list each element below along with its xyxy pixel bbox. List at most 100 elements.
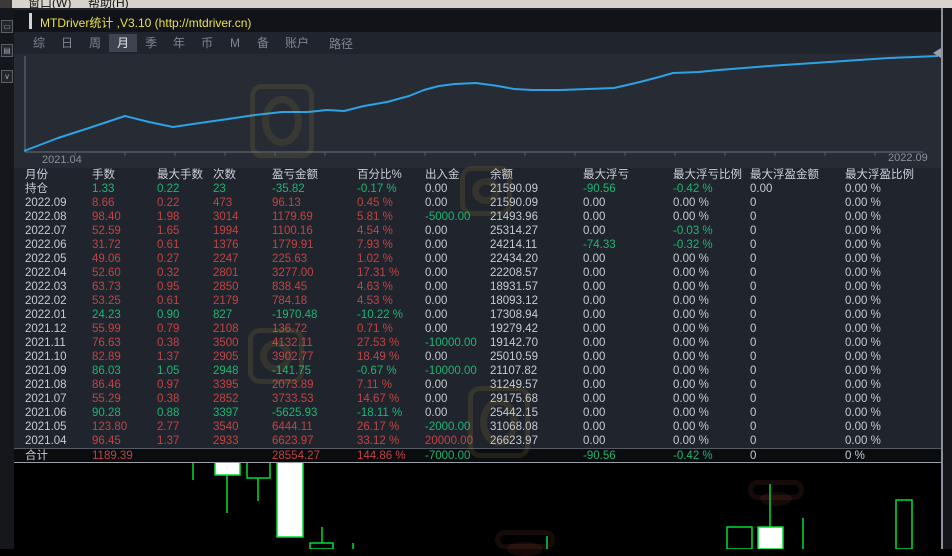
table-cell: 3902.77: [272, 351, 314, 363]
table-cell: 0.00: [425, 393, 448, 405]
table-cell: 0: [750, 211, 757, 223]
table-row[interactable]: 2021.05 123.80 2.77 3540 6444.11 26.17 % -2000…: [14, 420, 941, 434]
table-cell: 0 %: [845, 450, 865, 462]
menu-item-help[interactable]: 帮助(H): [88, 0, 129, 8]
tab-M[interactable]: M: [221, 34, 249, 52]
tab-季[interactable]: 季: [137, 34, 165, 52]
table-cell: 2022.01: [25, 309, 67, 321]
table-row[interactable]: 2021.08 86.46 0.97 3395 2073.89 7.11 % 0.00 312…: [14, 378, 941, 392]
image-mini-icon[interactable]: ▤: [1, 44, 13, 57]
table-cell: 22434.20: [490, 253, 538, 265]
table-cell: 0.00: [425, 295, 448, 307]
table-row[interactable]: 2021.09 86.03 1.05 2948 -141.75 -0.67 % -10000…: [14, 364, 941, 378]
table-row[interactable]: 2022.06 31.72 0.61 1376 1779.91 7.93 % 0.00 242…: [14, 238, 941, 252]
tab-日[interactable]: 日: [53, 34, 81, 52]
table-cell: 3014: [213, 211, 239, 223]
splitter[interactable]: [941, 8, 943, 549]
table-cell: 0.00: [425, 323, 448, 335]
table-cell: 27.53 %: [357, 337, 400, 349]
tab-年[interactable]: 年: [165, 34, 193, 52]
table-row[interactable]: 2022.07 52.59 1.65 1994 1100.16 4.54 % 0.00 253…: [14, 224, 941, 238]
table-cell: 52.60: [92, 267, 121, 279]
table-cell: 0.22: [157, 197, 180, 209]
table-cell: 19142.70: [490, 337, 538, 349]
table-cell: 5.81 %: [357, 211, 393, 223]
table-cell: 0.00 %: [673, 435, 709, 447]
table-cell: 0.00 %: [673, 253, 709, 265]
table-cell: 持仓: [25, 183, 48, 195]
table-cell: 3540: [213, 421, 239, 433]
table-cell: 0.00 %: [845, 281, 881, 293]
table-cell: 0.00: [583, 323, 606, 335]
table-cell: 22208.57: [490, 267, 538, 279]
table-cell: 0.00: [583, 281, 606, 293]
splitter-collapse-arrow[interactable]: [933, 48, 941, 58]
table-cell: 0.00 %: [845, 239, 881, 251]
table-cell: 0.00: [583, 337, 606, 349]
table-cell: -0.03 %: [673, 225, 713, 237]
table-cell: 0: [750, 450, 757, 462]
table-cell: 49.06: [92, 253, 121, 265]
table-cell: 2022.07: [25, 225, 67, 237]
table-cell: 4.53 %: [357, 295, 393, 307]
table-cell: 19279.42: [490, 323, 538, 335]
table-cell: 0.38: [157, 393, 180, 405]
x-axis-end-label: 2022.09: [888, 152, 928, 164]
table-cell: 0.00: [425, 239, 448, 251]
table-cell: 0: [750, 225, 757, 237]
table-cell: 31249.57: [490, 379, 538, 391]
window-mini-icon[interactable]: ▭: [1, 20, 13, 33]
path-button[interactable]: 路径: [329, 35, 353, 52]
column-header: 最大浮盈金额: [750, 169, 819, 181]
table-row[interactable]: 2022.08 98.40 1.98 3014 1179.69 5.81 % -5000.0…: [14, 210, 941, 224]
table-cell: 31068.08: [490, 421, 538, 433]
table-row[interactable]: 2021.12 55.99 0.79 2108 136.72 0.71 % 0.00 1927…: [14, 322, 941, 336]
table-row[interactable]: 2022.02 53.25 0.61 2179 784.18 4.53 % 0.00 1809…: [14, 294, 941, 308]
table-cell: -0.32 %: [673, 239, 713, 251]
table-total-row[interactable]: 合计 1189.39 28554.27 144.86 % -7000.00 -90.56 -…: [14, 448, 941, 462]
table-row[interactable]: 2022.01 24.23 0.90 827 -1970.48 -10.22 % 0.00 1…: [14, 308, 941, 322]
table-row[interactable]: 2022.05 49.06 0.27 2247 225.63 1.02 % 0.00 2243…: [14, 252, 941, 266]
table-cell: 14.67 %: [357, 393, 400, 405]
table-cell: 0: [750, 393, 757, 405]
table-cell: 0.00 %: [673, 211, 709, 223]
table-cell: 0: [750, 197, 757, 209]
tab-币[interactable]: 币: [193, 34, 221, 52]
tab-月[interactable]: 月: [109, 34, 137, 52]
tab-综[interactable]: 综: [25, 34, 53, 52]
table-row[interactable]: 2022.03 63.73 0.95 2850 838.45 4.63 % 0.00 1893…: [14, 280, 941, 294]
table-cell: 2021.08: [25, 379, 67, 391]
table-row[interactable]: 持仓 1.33 0.22 23 -35.82 -0.17 % 0.00 21590.09 -90…: [14, 182, 941, 196]
table-cell: 0.32: [157, 267, 180, 279]
table-row[interactable]: 2021.11 76.63 0.38 3500 4132.11 27.53 % -10000…: [14, 336, 941, 350]
table-cell: 0.00 %: [845, 267, 881, 279]
check-mini-icon[interactable]: ∨: [1, 70, 13, 83]
tab-备[interactable]: 备: [249, 34, 277, 52]
table-cell: 0.00: [583, 267, 606, 279]
table-cell: 2021.04: [25, 435, 67, 447]
table-row[interactable]: 2021.04 96.45 1.37 2933 6623.97 33.12 % 20000.…: [14, 434, 941, 448]
table-cell: 144.86 %: [357, 450, 406, 462]
table-cell: 0.00 %: [845, 309, 881, 321]
table-cell: 225.63: [272, 253, 308, 265]
table-cell: 29175.68: [490, 393, 538, 405]
table-row[interactable]: 2021.06 90.28 0.88 3397 -5625.93 -18.11 % 0.00…: [14, 406, 941, 420]
table-cell: 2108: [213, 323, 239, 335]
table-cell: 0.00 %: [673, 281, 709, 293]
panel-titlebar[interactable]: MTDriver统计 ,V3.10 (http://mtdriver.cn): [14, 10, 941, 32]
tab-账户[interactable]: 账户: [277, 34, 317, 52]
table-row[interactable]: 2021.07 55.29 0.38 2852 3733.53 14.67 % 0.00 29…: [14, 392, 941, 406]
table-cell: 0.00 %: [845, 225, 881, 237]
tab-bar: 综日周月季年币 M 备账户 路径: [14, 32, 941, 54]
tab-周[interactable]: 周: [81, 34, 109, 52]
table-cell: 2022.05: [25, 253, 67, 265]
table-row[interactable]: 2022.04 52.60 0.32 2801 3277.00 17.31 % 0.00 22…: [14, 266, 941, 280]
table-cell: 2021.06: [25, 407, 67, 419]
table-cell: 25314.27: [490, 225, 538, 237]
table-row[interactable]: 2021.10 82.89 1.37 2905 3902.77 18.49 % 0.00 25…: [14, 350, 941, 364]
table-cell: 0.00 %: [845, 365, 881, 377]
table-row[interactable]: 2022.09 8.66 0.22 473 96.13 0.45 % 0.00 21590.0…: [14, 196, 941, 210]
menu-item-window[interactable]: 窗口(W): [28, 0, 71, 8]
table-cell: 0.00: [583, 225, 606, 237]
table-cell: 0.00 %: [673, 379, 709, 391]
